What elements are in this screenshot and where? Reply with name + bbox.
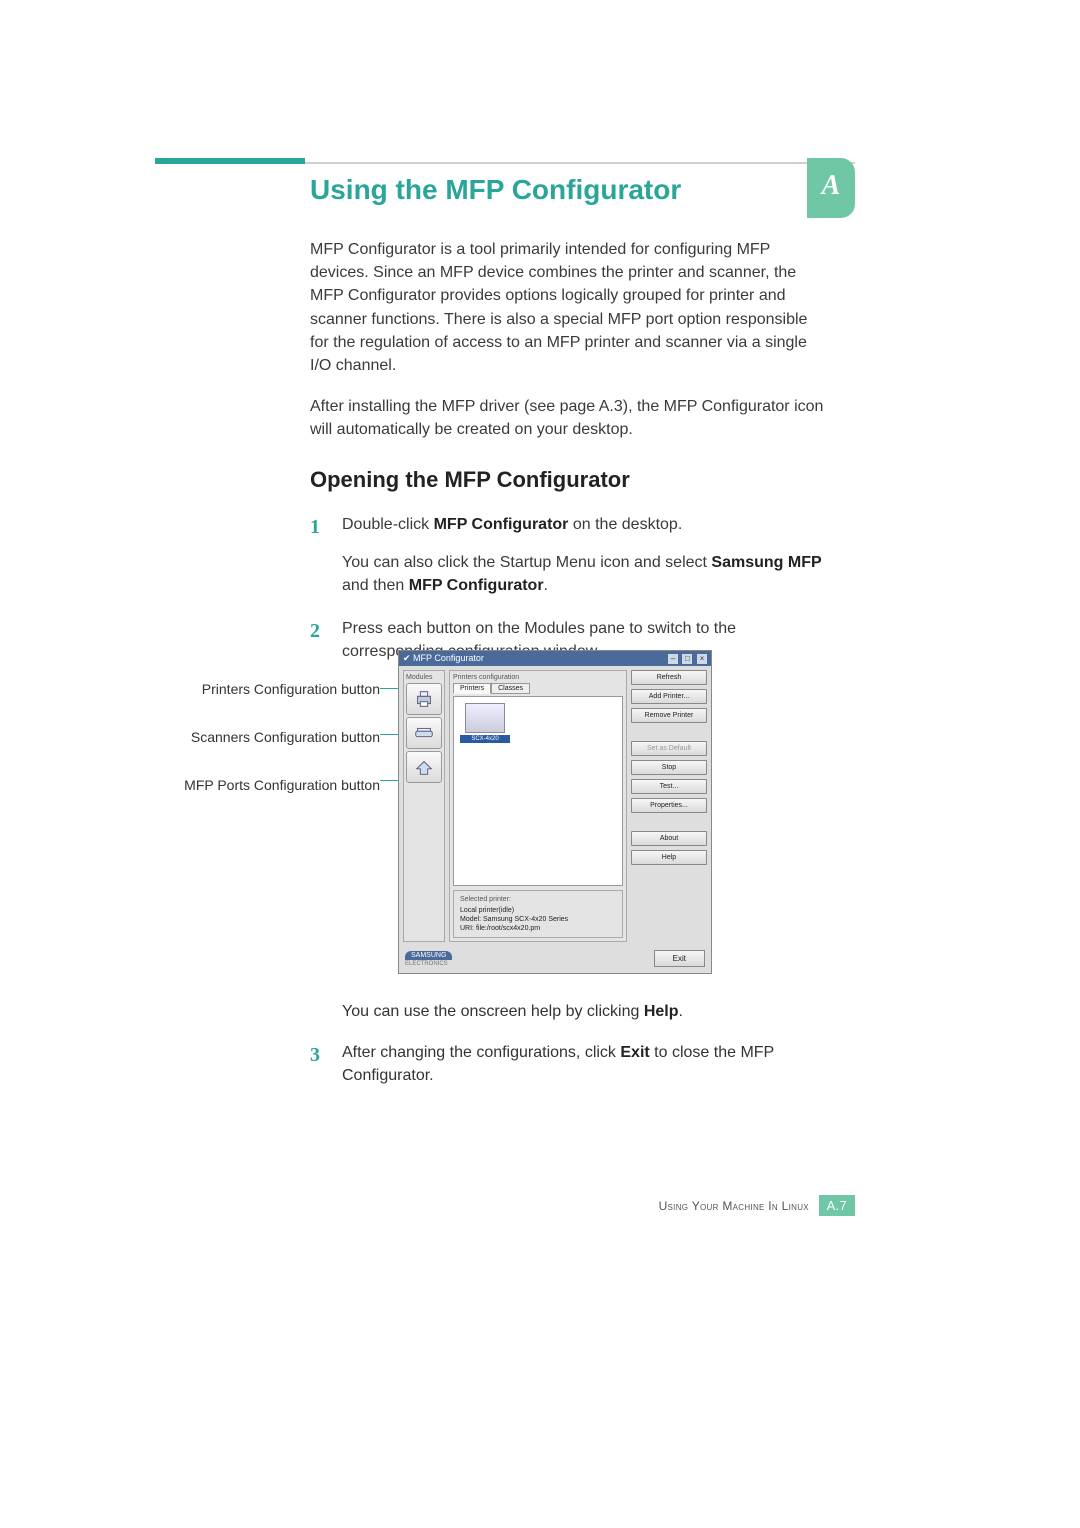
post-screenshot-note: You can use the onscreen help by clickin… bbox=[310, 1000, 830, 1023]
add-printer-button[interactable]: Add Printer... bbox=[631, 689, 707, 704]
minimize-icon[interactable]: – bbox=[668, 654, 678, 664]
text: and then bbox=[342, 577, 409, 594]
properties-button[interactable]: Properties... bbox=[631, 798, 707, 813]
printer-list[interactable]: SCX-4x20 bbox=[453, 696, 623, 886]
brand-badge: SAMSUNG bbox=[405, 951, 452, 960]
panel-legend: Printers configuration bbox=[453, 674, 623, 681]
text: After changing the configurations, click bbox=[342, 1044, 620, 1061]
bold-text: MFP Configurator bbox=[409, 577, 544, 594]
refresh-button[interactable]: Refresh bbox=[631, 670, 707, 685]
callout-printers: Printers Configuration button bbox=[160, 680, 380, 698]
accent-rule bbox=[155, 158, 305, 164]
selected-legend: Selected printer: bbox=[460, 895, 616, 904]
text: MFP Configurator bbox=[413, 653, 484, 663]
modules-pane: Modules bbox=[403, 670, 445, 942]
text: You can also click the Startup Menu icon… bbox=[342, 554, 711, 571]
brand-subtext: ELECTRONICS bbox=[405, 961, 452, 967]
intro-paragraph-2: After installing the MFP driver (see pag… bbox=[310, 395, 830, 441]
printers-config-button[interactable] bbox=[406, 683, 442, 715]
modules-label: Modules bbox=[406, 674, 442, 681]
appendix-tab: A bbox=[807, 158, 855, 218]
help-button[interactable]: Help bbox=[631, 850, 707, 865]
text: Double-click bbox=[342, 516, 434, 533]
scanner-icon bbox=[413, 722, 435, 744]
step-3: 3 After changing the configurations, cli… bbox=[310, 1041, 830, 1087]
tab-classes[interactable]: Classes bbox=[491, 683, 530, 694]
set-default-button[interactable]: Set as Default bbox=[631, 741, 707, 756]
subsection-heading: Opening the MFP Configurator bbox=[310, 464, 830, 496]
port-icon bbox=[413, 756, 435, 778]
window-titlebar: ✔ MFP Configurator – □ × bbox=[399, 651, 711, 666]
callout-labels: Printers Configuration button Scanners C… bbox=[160, 680, 380, 825]
step-1-line-1: Double-click MFP Configurator on the des… bbox=[342, 513, 830, 536]
printer-icon bbox=[413, 688, 435, 710]
printer-icon bbox=[465, 703, 505, 733]
step-number: 3 bbox=[310, 1041, 320, 1070]
stop-button[interactable]: Stop bbox=[631, 760, 707, 775]
selected-line-2: Model: Samsung SCX-4x20 Series bbox=[460, 915, 616, 924]
mfp-configurator-window: ✔ MFP Configurator – □ × Modules bbox=[398, 650, 712, 974]
text: . bbox=[679, 1003, 683, 1020]
page-number: A.7 bbox=[819, 1195, 855, 1216]
remove-printer-button[interactable]: Remove Printer bbox=[631, 708, 707, 723]
text: You can use the onscreen help by clickin… bbox=[342, 1003, 644, 1020]
bold-text: Exit bbox=[620, 1044, 649, 1061]
bold-text: Help bbox=[644, 1003, 679, 1020]
config-tabs: Printers Classes bbox=[453, 683, 623, 694]
step-number: 1 bbox=[310, 513, 320, 542]
action-buttons-column: Refresh Add Printer... Remove Printer Se… bbox=[631, 670, 707, 942]
bold-text: MFP Configurator bbox=[434, 516, 569, 533]
printer-name: SCX-4x20 bbox=[460, 735, 510, 743]
callout-ports: MFP Ports Configuration button bbox=[160, 776, 380, 794]
footer-text: Using Your Machine In Linux bbox=[659, 1199, 809, 1213]
scanners-config-button[interactable] bbox=[406, 717, 442, 749]
step-number: 2 bbox=[310, 617, 320, 646]
text: . bbox=[544, 577, 548, 594]
about-button[interactable]: About bbox=[631, 831, 707, 846]
step-1-line-2: You can also click the Startup Menu icon… bbox=[342, 551, 830, 597]
selected-printer-box: Selected printer: Local printer(idle) Mo… bbox=[453, 890, 623, 938]
intro-paragraph-1: MFP Configurator is a tool primarily int… bbox=[310, 238, 830, 377]
page-footer: Using Your Machine In Linux A.7 bbox=[0, 1195, 1080, 1216]
printers-config-panel: Printers configuration Printers Classes … bbox=[449, 670, 627, 942]
callout-scanners: Scanners Configuration button bbox=[160, 728, 380, 746]
printer-item[interactable]: SCX-4x20 bbox=[460, 703, 510, 743]
maximize-icon[interactable]: □ bbox=[682, 654, 692, 664]
step-1: 1 Double-click MFP Configurator on the d… bbox=[310, 513, 830, 597]
tab-printers[interactable]: Printers bbox=[453, 683, 491, 694]
bold-text: Samsung MFP bbox=[711, 554, 821, 571]
test-button[interactable]: Test... bbox=[631, 779, 707, 794]
selected-line-3: URI: file:/root/scx4x20.pm bbox=[460, 924, 616, 933]
window-footer: SAMSUNG ELECTRONICS Exit bbox=[399, 946, 711, 973]
close-icon[interactable]: × bbox=[697, 654, 707, 664]
step-3-text: After changing the configurations, click… bbox=[342, 1041, 830, 1087]
window-controls: – □ × bbox=[666, 653, 707, 664]
selected-line-1: Local printer(idle) bbox=[460, 906, 616, 915]
text: on the desktop. bbox=[568, 516, 682, 533]
mfp-ports-config-button[interactable] bbox=[406, 751, 442, 783]
exit-button[interactable]: Exit bbox=[654, 950, 705, 967]
section-heading: Using the MFP Configurator bbox=[310, 174, 681, 206]
window-title: ✔ MFP Configurator bbox=[403, 653, 484, 664]
